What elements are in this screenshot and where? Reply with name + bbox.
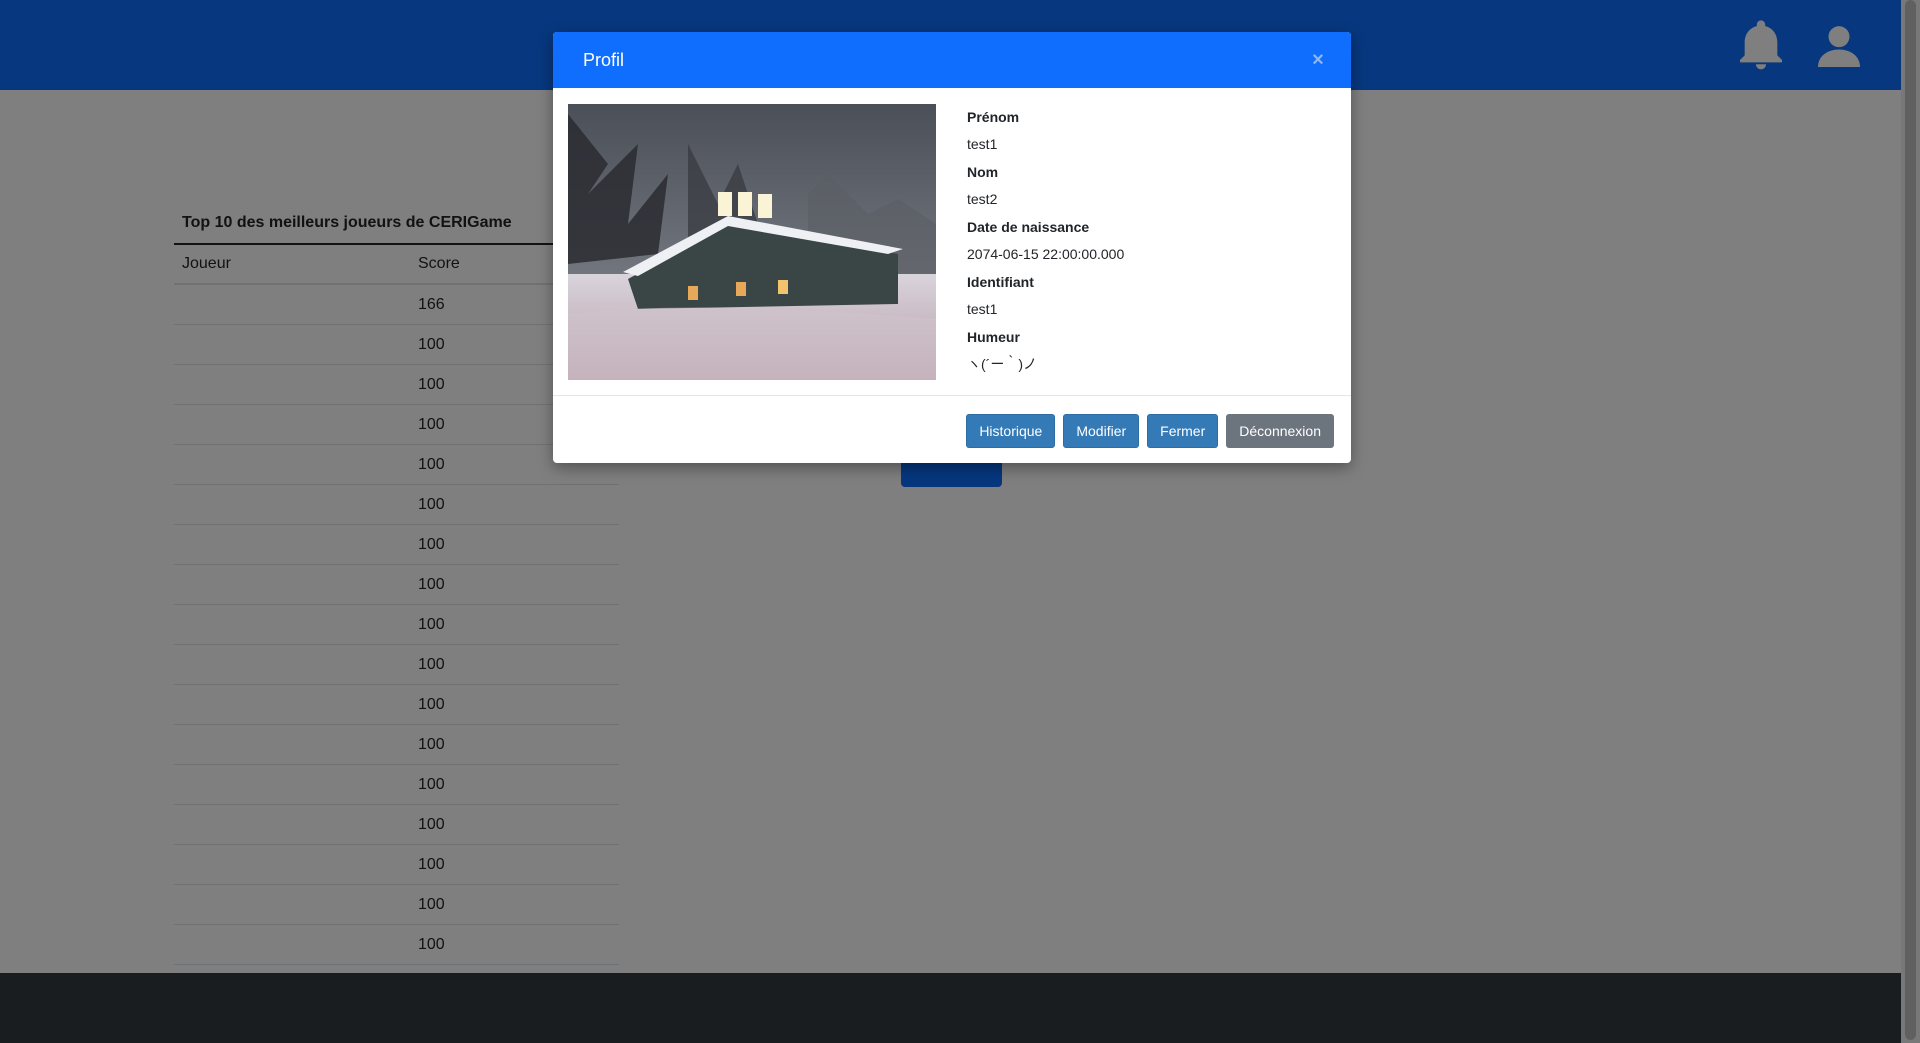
username-value: test1 xyxy=(967,301,998,317)
modal-divider xyxy=(553,395,1351,396)
snow-house-photo xyxy=(568,104,936,380)
mood-value: ヽ(´ー｀)ノ xyxy=(967,356,1037,372)
last-name-value: test2 xyxy=(967,191,998,207)
profile-picture xyxy=(568,104,936,380)
edit-button[interactable]: Modifier xyxy=(1063,414,1140,448)
last-name-label: Nom xyxy=(967,164,999,180)
birth-date-label: Date de naissance xyxy=(967,219,1090,235)
profile-modal: Profil × Prénom test1 Nom test2 Date de … xyxy=(553,32,1351,463)
birth-date-value: 2074-06-15 22:00:00.000 xyxy=(967,246,1125,262)
modal-header: Profil × xyxy=(553,32,1351,88)
modal-actions: Historique Modifier Fermer Déconnexion xyxy=(966,414,1334,448)
first-name-value: test1 xyxy=(967,136,998,152)
logout-button[interactable]: Déconnexion xyxy=(1226,414,1334,448)
close-icon[interactable]: × xyxy=(1304,46,1332,74)
first-name-label: Prénom xyxy=(967,109,1020,125)
modal-title: Profil xyxy=(583,50,625,70)
profile-info: Prénom test1 Nom test2 Date de naissance… xyxy=(967,104,1327,379)
history-button[interactable]: Historique xyxy=(966,414,1056,448)
mood-label: Humeur xyxy=(967,329,1020,345)
close-button[interactable]: Fermer xyxy=(1147,414,1219,448)
username-label: Identifiant xyxy=(967,274,1034,290)
